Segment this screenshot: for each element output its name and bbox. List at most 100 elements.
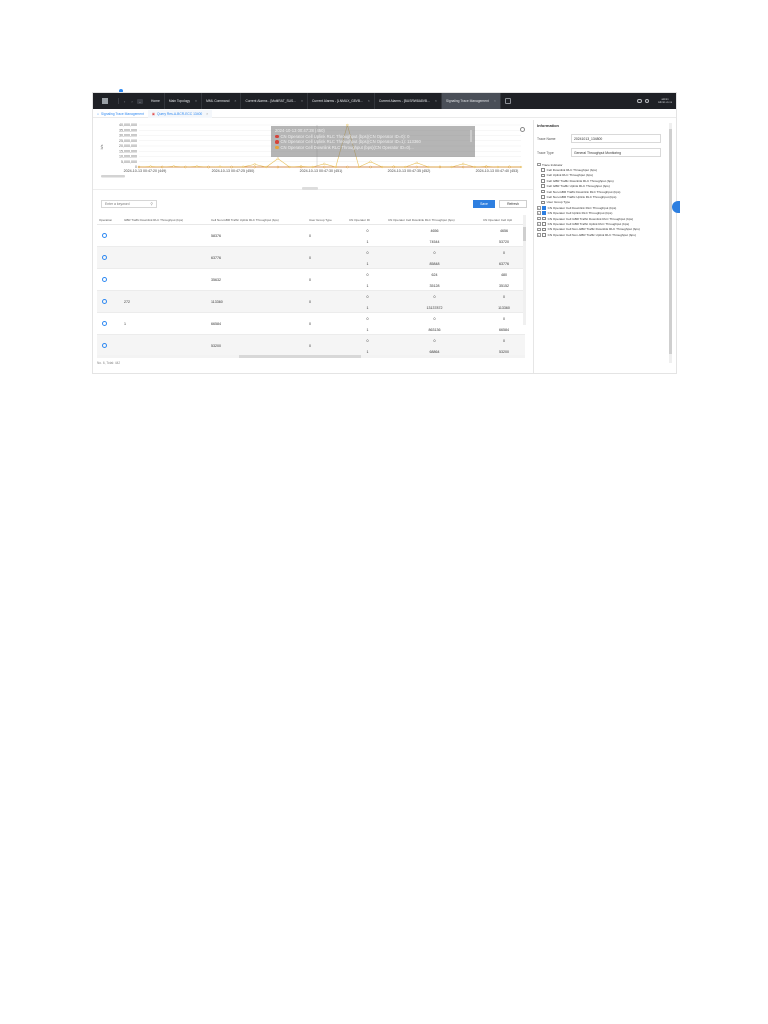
expand-icon[interactable]: +: [537, 233, 541, 237]
indicator-checkbox[interactable]: [542, 232, 546, 237]
close-tab-icon[interactable]: ×: [301, 99, 303, 103]
indicator-checkbox[interactable]: [541, 189, 545, 194]
trace-detail-icon[interactable]: [102, 321, 107, 326]
chart-options-icon[interactable]: [520, 127, 525, 132]
tab-item[interactable]: Signaling Trace Management ×: [441, 93, 501, 109]
data-point: [218, 165, 222, 168]
indicator-checkbox[interactable]: [542, 206, 546, 210]
close-tab-icon[interactable]: ×: [234, 99, 236, 103]
trace-detail-icon[interactable]: [102, 233, 107, 238]
table-vertical-scrollbar[interactable]: [523, 215, 526, 325]
side-panel-handle[interactable]: [672, 201, 680, 213]
indicator-label: CN Operator Cell GBR Traffic Uplink RLC …: [547, 221, 630, 226]
expand-icon[interactable]: +: [537, 222, 541, 226]
indicator-checkbox[interactable]: [542, 216, 546, 221]
tab-item[interactable]: Main Topology ×: [165, 93, 203, 109]
tab-item[interactable]: MML Command ×: [202, 93, 242, 109]
search-icon[interactable]: ⚲: [151, 202, 153, 206]
indicator-checkbox[interactable]: [541, 195, 545, 199]
add-tab-icon[interactable]: [504, 98, 511, 104]
refresh-button[interactable]: Refresh: [499, 200, 527, 208]
trace-detail-icon[interactable]: [102, 277, 107, 282]
user-role: Admin vs vs: [658, 101, 672, 104]
forward-icon[interactable]: ›: [129, 99, 134, 104]
user-info[interactable]: admin Admin vs vs: [658, 98, 672, 105]
close-tab-icon[interactable]: ×: [494, 99, 496, 103]
trace-detail-icon[interactable]: [102, 299, 107, 304]
save-button[interactable]: Save: [473, 200, 495, 208]
user-group-cell: 0: [309, 299, 311, 304]
top-nav-bar: ‹ › ⌄ Home Main Topology × MML Command × Curr…: [93, 93, 676, 109]
table-row[interactable]: 53200 0 0 1 0 68864 0 53200: [97, 335, 525, 357]
indicator-checkbox[interactable]: [542, 227, 546, 232]
operation-cell: [97, 225, 122, 246]
table-row[interactable]: 272 113360 0 0 1 0 13137872 0 113360: [97, 291, 525, 313]
app-grid-icon[interactable]: [102, 98, 109, 104]
indicator-checkbox[interactable]: [542, 222, 546, 226]
series-dot: [275, 140, 279, 144]
user-group-cell: 0: [309, 343, 311, 348]
close-tab-icon[interactable]: ×: [368, 99, 370, 103]
operation-cell: [97, 269, 122, 290]
breadcrumb: ⌂ Signaling Trace Management ▣ Query Res…: [93, 109, 676, 118]
column-header[interactable]: Cell Non-GBR Traffic Uplink RLC Throughp…: [209, 218, 307, 222]
column-header[interactable]: User Group Type: [307, 218, 347, 222]
expand-icon[interactable]: +: [537, 227, 541, 231]
table-horizontal-scrollbar[interactable]: [97, 355, 525, 358]
trace-icon: ▣: [151, 111, 156, 116]
table-row[interactable]: 63776 0 0 1 0 85848 0 63776: [97, 247, 525, 269]
tab-item[interactable]: Current Alarms - [MultiRAT_SUS... ×: [241, 93, 309, 109]
sub-value: 1: [366, 239, 369, 244]
panel-scrollbar[interactable]: [669, 123, 672, 363]
data-point: [137, 165, 141, 169]
sub-value: 0: [433, 316, 436, 321]
cn-ul-cell: 0 53200: [481, 335, 525, 357]
close-icon[interactable]: ×: [206, 112, 208, 116]
close-tab-icon[interactable]: ×: [195, 99, 197, 103]
expand-icon[interactable]: +: [537, 216, 541, 221]
table-row[interactable]: 58376 0 0 1 4656 74544 4656 53720: [97, 225, 525, 247]
sub-value: 0: [433, 294, 436, 299]
table-row[interactable]: 1 66584 0 0 1 0 863136 0 66584: [97, 313, 525, 335]
settings-icon[interactable]: [637, 98, 642, 104]
expand-icon[interactable]: +: [537, 211, 541, 215]
indicator-item[interactable]: + CN Operator Cell Non-GBR Traffic Uplink…: [537, 232, 667, 237]
indicator-checkbox[interactable]: [541, 184, 545, 189]
trace-detail-icon[interactable]: [102, 255, 107, 260]
chevron-down-icon[interactable]: ⌄: [136, 98, 144, 104]
tab-item[interactable]: Current Alarms - [LNMUX_G8VB... ×: [308, 93, 375, 109]
search-input[interactable]: Enter a keyword ⚲: [101, 200, 157, 208]
indicator-checkbox[interactable]: [541, 168, 545, 172]
collapse-icon[interactable]: −: [537, 162, 541, 167]
cn-operator-id-cell: 01: [347, 225, 386, 247]
trace-detail-icon[interactable]: [102, 343, 107, 348]
x-tick-label: 2024-10-13 00:47:35 (452): [388, 169, 431, 173]
trace-name-field: Trace Name 20241013_134800: [537, 134, 667, 143]
indicator-checkbox[interactable]: [541, 200, 545, 205]
splitter-handle[interactable]: [302, 187, 318, 190]
y-tick-label: 15,000,000: [119, 149, 137, 153]
indicator-checkbox[interactable]: [541, 179, 545, 183]
breadcrumb-trace-management[interactable]: ⌂ Signaling Trace Management: [93, 110, 148, 118]
column-header[interactable]: Operation: [97, 218, 122, 222]
indicator-checkbox[interactable]: [541, 173, 545, 178]
chart-scroll-thumb[interactable]: [101, 175, 125, 178]
breadcrumb-query-result[interactable]: ▣ Query Res-A-BCR-ECC 13400 ×: [147, 109, 213, 118]
sub-value: 0: [366, 338, 369, 343]
tooltip-scrollbar[interactable]: [470, 130, 472, 142]
column-header[interactable]: GBR Traffic Downlink RLC Throughput (bps…: [122, 218, 209, 222]
help-icon[interactable]: [644, 98, 650, 104]
indicator-checkbox[interactable]: [542, 211, 546, 215]
column-header[interactable]: CN Operator Cell Downlink RLC Throughput…: [386, 218, 481, 222]
x-tick-label: 2024-10-13 00:47:25 (450): [212, 169, 255, 173]
tab-item[interactable]: Current Alarms - [BUSRW8A8VB... ×: [375, 93, 442, 109]
column-header[interactable]: CN Operator Cell Upli: [481, 218, 525, 222]
tab-item[interactable]: Home: [147, 93, 165, 109]
table-row[interactable]: 35632 0 0 1 624 35128 480 35152: [97, 269, 525, 291]
expand-icon[interactable]: +: [537, 206, 541, 210]
breadcrumb-label: Signaling Trace Management: [101, 111, 144, 116]
back-icon[interactable]: ‹: [122, 99, 127, 104]
cn-dl-cell: 624 35128: [386, 269, 481, 291]
close-tab-icon[interactable]: ×: [435, 99, 437, 103]
column-header[interactable]: CN Operator ID: [347, 218, 386, 222]
